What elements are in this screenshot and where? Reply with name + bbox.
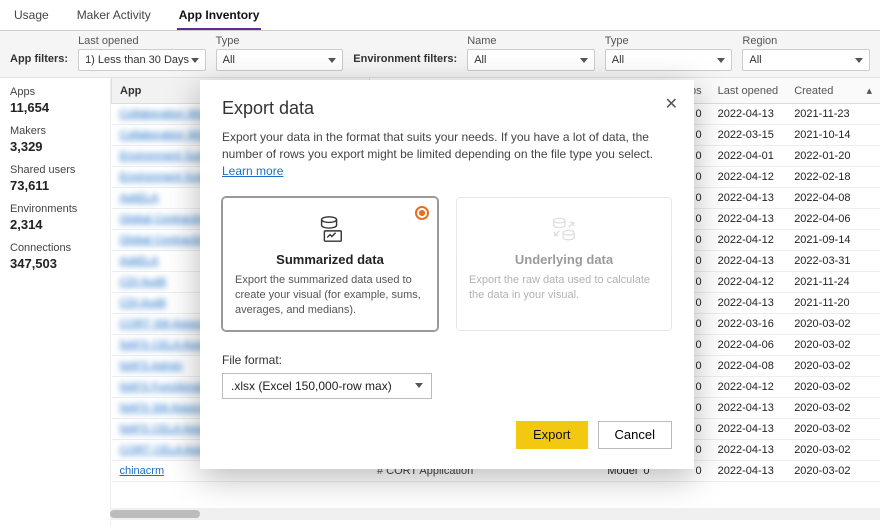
radio-selected-icon — [415, 206, 429, 220]
modal-title: Export data — [222, 98, 672, 119]
summarized-body: Export the summarized data used to creat… — [235, 273, 425, 318]
option-underlying-data: Underlying data Export the raw data used… — [456, 197, 672, 331]
cancel-button[interactable]: Cancel — [598, 421, 672, 449]
export-data-modal: ✕ Export data Export your data in the fo… — [200, 80, 694, 469]
underlying-body: Export the raw data used to calculate th… — [469, 273, 659, 303]
underlying-data-icon — [469, 214, 659, 244]
file-format-select[interactable]: .xlsx (Excel 150,000-row max) — [222, 373, 432, 399]
file-format-label: File format: — [222, 353, 672, 367]
option-summarized-data[interactable]: Summarized data Export the summarized da… — [222, 197, 438, 331]
close-icon[interactable]: ✕ — [665, 94, 678, 114]
chevron-down-icon — [415, 383, 423, 388]
summarized-title: Summarized data — [235, 252, 425, 267]
export-button[interactable]: Export — [516, 421, 588, 449]
modal-description: Export your data in the format that suit… — [222, 129, 672, 179]
summarized-data-icon — [235, 214, 425, 244]
learn-more-link[interactable]: Learn more — [222, 164, 283, 178]
underlying-title: Underlying data — [469, 252, 659, 267]
file-format-value: .xlsx (Excel 150,000-row max) — [231, 379, 392, 393]
